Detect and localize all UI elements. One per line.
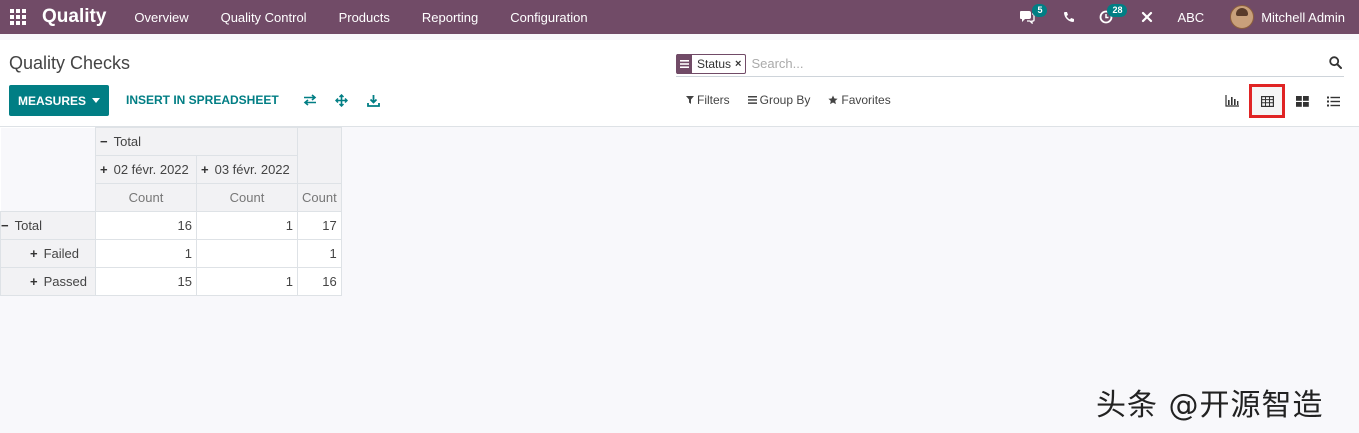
search-panel-options: Filters Group By Favorites — [686, 93, 891, 107]
pivot-cell[interactable]: 1 — [297, 239, 342, 268]
facet-label: Status — [697, 56, 732, 71]
favorites-label: Favorites — [841, 93, 891, 107]
menu-products[interactable]: Products — [323, 0, 406, 34]
pivot-cell[interactable]: 16 — [95, 211, 197, 240]
menu-overview[interactable]: Overview — [118, 0, 204, 34]
col-header-total-blank — [297, 127, 342, 184]
measures-button[interactable]: MEASURES — [9, 85, 109, 116]
user-menu[interactable]: Mitchell Admin — [1261, 10, 1345, 25]
table-row: + Passed 15 1 16 — [0, 267, 342, 296]
view-switcher — [1216, 84, 1349, 118]
kanban-icon — [1296, 95, 1309, 107]
page-title: Quality Checks — [9, 53, 131, 73]
col-date-1-label: 02 févr. 2022 — [113, 162, 189, 177]
messages-button[interactable]: 5 — [1009, 0, 1048, 34]
expand-icon: + — [30, 246, 38, 261]
measure-header[interactable]: Count — [196, 183, 298, 212]
row-header-passed[interactable]: + Passed — [0, 267, 96, 296]
search-facet-status: Status × — [676, 53, 747, 74]
table-row: + Failed 1 1 — [0, 239, 342, 268]
row-failed-label: Failed — [43, 246, 80, 261]
col-header-date-2[interactable]: +03 févr. 2022 — [196, 155, 298, 184]
apps-menu-icon[interactable] — [1, 0, 35, 34]
row-passed-label: Passed — [43, 274, 87, 289]
row-total-label: Total — [14, 218, 43, 233]
activities-button[interactable]: 28 — [1089, 0, 1129, 34]
expand-icon: + — [100, 162, 108, 177]
pivot-cell[interactable]: 1 — [196, 211, 298, 240]
expand-icon: + — [201, 162, 209, 177]
list-view-button[interactable] — [1318, 84, 1349, 118]
menu-quality-control[interactable]: Quality Control — [205, 0, 323, 34]
col-header-date-1[interactable]: +02 févr. 2022 — [95, 155, 197, 184]
pivot-cell[interactable]: 1 — [196, 267, 298, 296]
navbar-systray: 5 28 ABC Mitchell Admin — [1009, 0, 1345, 34]
company-switcher[interactable]: ABC — [1165, 10, 1230, 25]
phone-button[interactable] — [1045, 0, 1089, 34]
filters-label: Filters — [697, 93, 730, 107]
measures-label: MEASURES — [17, 93, 86, 108]
pivot-cell[interactable]: 16 — [297, 267, 342, 296]
close-tools-icon — [1142, 11, 1153, 23]
collapse-icon: − — [100, 134, 108, 149]
insert-in-spreadsheet-button[interactable]: INSERT IN SPREADSHEET — [126, 93, 279, 107]
col-header-total[interactable]: − Total — [95, 127, 298, 156]
menu-reporting[interactable]: Reporting — [406, 0, 494, 34]
filter-facet-icon — [677, 53, 692, 74]
pivot-table: − Total +02 févr. 2022 +03 févr. 2022 Cou… — [0, 127, 342, 296]
user-avatar[interactable] — [1230, 5, 1255, 29]
search-bar: Status × — [676, 51, 1344, 77]
pivot-cell[interactable]: 15 — [95, 267, 197, 296]
filter-icon — [686, 96, 694, 104]
pivot-cell[interactable]: 17 — [297, 211, 342, 240]
activities-badge: 28 — [1107, 4, 1128, 17]
row-header-total[interactable]: − Total — [0, 211, 96, 240]
measure-header[interactable]: Count — [297, 183, 342, 212]
group-by-button[interactable]: Group By — [747, 93, 811, 107]
collapse-icon: − — [1, 218, 9, 233]
pivot-cell[interactable] — [196, 239, 298, 268]
debug-tools-button[interactable] — [1129, 0, 1165, 34]
pivot-cell[interactable]: 1 — [95, 239, 197, 268]
group-by-icon — [747, 96, 757, 104]
menu-configuration[interactable]: Configuration — [494, 0, 603, 34]
group-by-label: Group By — [759, 93, 811, 107]
star-icon — [828, 95, 838, 105]
flip-axis-icon[interactable] — [302, 92, 318, 108]
kanban-view-button[interactable] — [1287, 84, 1318, 118]
pivot-icon — [1260, 95, 1274, 107]
caret-down-icon — [92, 98, 100, 103]
filters-button[interactable]: Filters — [686, 93, 730, 107]
search-icon[interactable] — [1329, 56, 1342, 69]
facet-remove-icon[interactable]: × — [735, 58, 745, 70]
col-total-label: Total — [113, 134, 142, 149]
watermark: 头条 @开源智造 — [1096, 388, 1324, 423]
col-date-2-label: 03 févr. 2022 — [214, 162, 290, 177]
row-header-failed[interactable]: + Failed — [0, 239, 96, 268]
graph-icon — [1224, 95, 1239, 107]
download-icon[interactable] — [365, 92, 381, 108]
search-input[interactable] — [751, 56, 1292, 71]
favorites-button[interactable]: Favorites — [828, 93, 891, 107]
app-brand[interactable]: Quality — [42, 6, 106, 28]
expand-icon: + — [30, 274, 38, 289]
control-panel: Quality Checks Status × MEASURES INSERT … — [0, 40, 1359, 127]
top-navbar: Quality Overview Quality Control Product… — [0, 0, 1359, 34]
expand-all-icon[interactable] — [333, 92, 349, 108]
phone-icon — [1064, 12, 1075, 22]
pivot-view-button[interactable] — [1249, 84, 1285, 118]
table-row: − Total 16 1 17 — [0, 211, 342, 240]
measure-header[interactable]: Count — [95, 183, 197, 212]
list-icon — [1327, 96, 1340, 106]
graph-view-button[interactable] — [1216, 84, 1247, 118]
pivot-corner — [0, 127, 96, 212]
